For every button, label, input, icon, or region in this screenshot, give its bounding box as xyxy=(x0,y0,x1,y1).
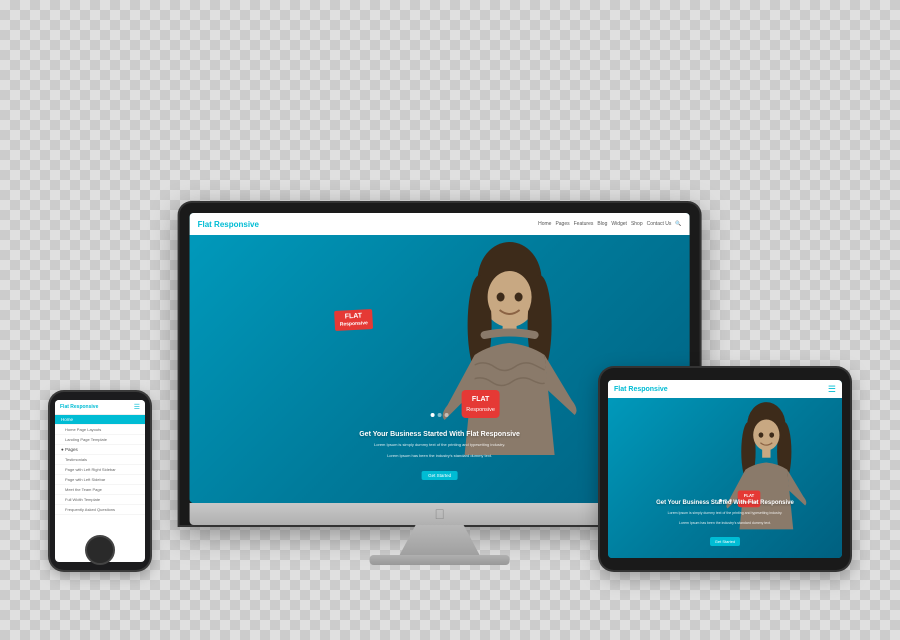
hero-subtitle-2: Lorem Ipsum has been the industry's stan… xyxy=(240,453,640,459)
dot-2 xyxy=(438,413,442,417)
phone-device: Flat Responsive ☰ Home Home Page Layouts… xyxy=(50,392,150,570)
svg-text:FLAT: FLAT xyxy=(743,493,754,498)
phone-menu-team[interactable]: Meet the Team Page xyxy=(55,485,145,495)
tablet-cta-button[interactable]: Get Started xyxy=(710,537,740,546)
dot-3 xyxy=(445,413,449,417)
desktop-nav-links: Home Pages Features Blog Widget Shop Con… xyxy=(538,221,682,227)
tablet-body: Flat Responsive ☰ xyxy=(600,368,850,570)
phone-hamburger-icon[interactable]: ☰ xyxy=(134,403,140,411)
hero-subtitle-1: Lorem Ipsum is simply dummy text of the … xyxy=(240,442,640,448)
monitor-base xyxy=(370,555,510,565)
tablet-hero-text: Get Your Business Started With Flat Resp… xyxy=(620,500,831,549)
hero-title: Get Your Business Started With Flat Resp… xyxy=(240,430,640,439)
phone-menu-testimonials[interactable]: Testimonials xyxy=(55,455,145,465)
phone-menu-pages[interactable]: ● Pages xyxy=(55,445,145,455)
main-scene: Flat Responsive Home Pages Features Blog… xyxy=(20,15,880,625)
phone-menu-landing[interactable]: Landing Page Template xyxy=(55,435,145,445)
phone-menu-home[interactable]: Home xyxy=(55,415,145,425)
hero-text: Get Your Business Started With Flat Resp… xyxy=(240,430,640,481)
tablet-screen: Flat Responsive ☰ xyxy=(608,380,842,558)
phone-menu-left-right[interactable]: Page with Left Right Sidebar xyxy=(55,465,145,475)
desktop-nav: Flat Responsive Home Pages Features Blog… xyxy=(190,213,690,235)
phone-menu-fullwidth[interactable]: Full Width Template xyxy=(55,495,145,505)
svg-text:Responsive: Responsive xyxy=(466,407,495,413)
hamburger-icon[interactable]: ☰ xyxy=(828,384,836,395)
phone-menu-faq[interactable]: Frequently Asked Questions xyxy=(55,505,145,515)
phone-sidebar-header: Flat Responsive ☰ xyxy=(55,400,145,415)
phone-home-button[interactable] xyxy=(85,535,115,565)
phone-menu-home-layouts[interactable]: Home Page Layouts xyxy=(55,425,145,435)
logo-plain: Flat xyxy=(198,220,214,229)
phone-menu-left[interactable]: Page with Left Sidebar xyxy=(55,475,145,485)
desktop-logo: Flat Responsive xyxy=(198,220,259,229)
tablet-hero-subtitle-2: Lorem Ipsum has been the industry's stan… xyxy=(620,521,831,526)
dot-1 xyxy=(431,413,435,417)
hero-cta-button[interactable]: Get Started xyxy=(422,471,457,480)
phone-logo: Flat Responsive xyxy=(60,404,98,410)
logo-colored: Responsive xyxy=(214,220,259,229)
tablet-hero-title: Get Your Business Started With Flat Resp… xyxy=(620,500,831,508)
apple-logo:  xyxy=(434,506,445,522)
tablet-website: Flat Responsive ☰ xyxy=(608,380,842,558)
tablet-hero: FLAT Responsive Get Your Business Starte… xyxy=(608,398,842,558)
tablet-logo: Flat Responsive xyxy=(614,386,668,393)
flat-badge: FLAT Responsive xyxy=(334,309,373,331)
svg-text:FLAT: FLAT xyxy=(472,396,490,403)
tablet-device: Flat Responsive ☰ xyxy=(600,368,850,570)
tablet-nav: Flat Responsive ☰ xyxy=(608,380,842,398)
tablet-hero-subtitle-1: Lorem Ipsum is simply dummy text of the … xyxy=(620,511,831,516)
monitor-stand xyxy=(400,525,480,555)
